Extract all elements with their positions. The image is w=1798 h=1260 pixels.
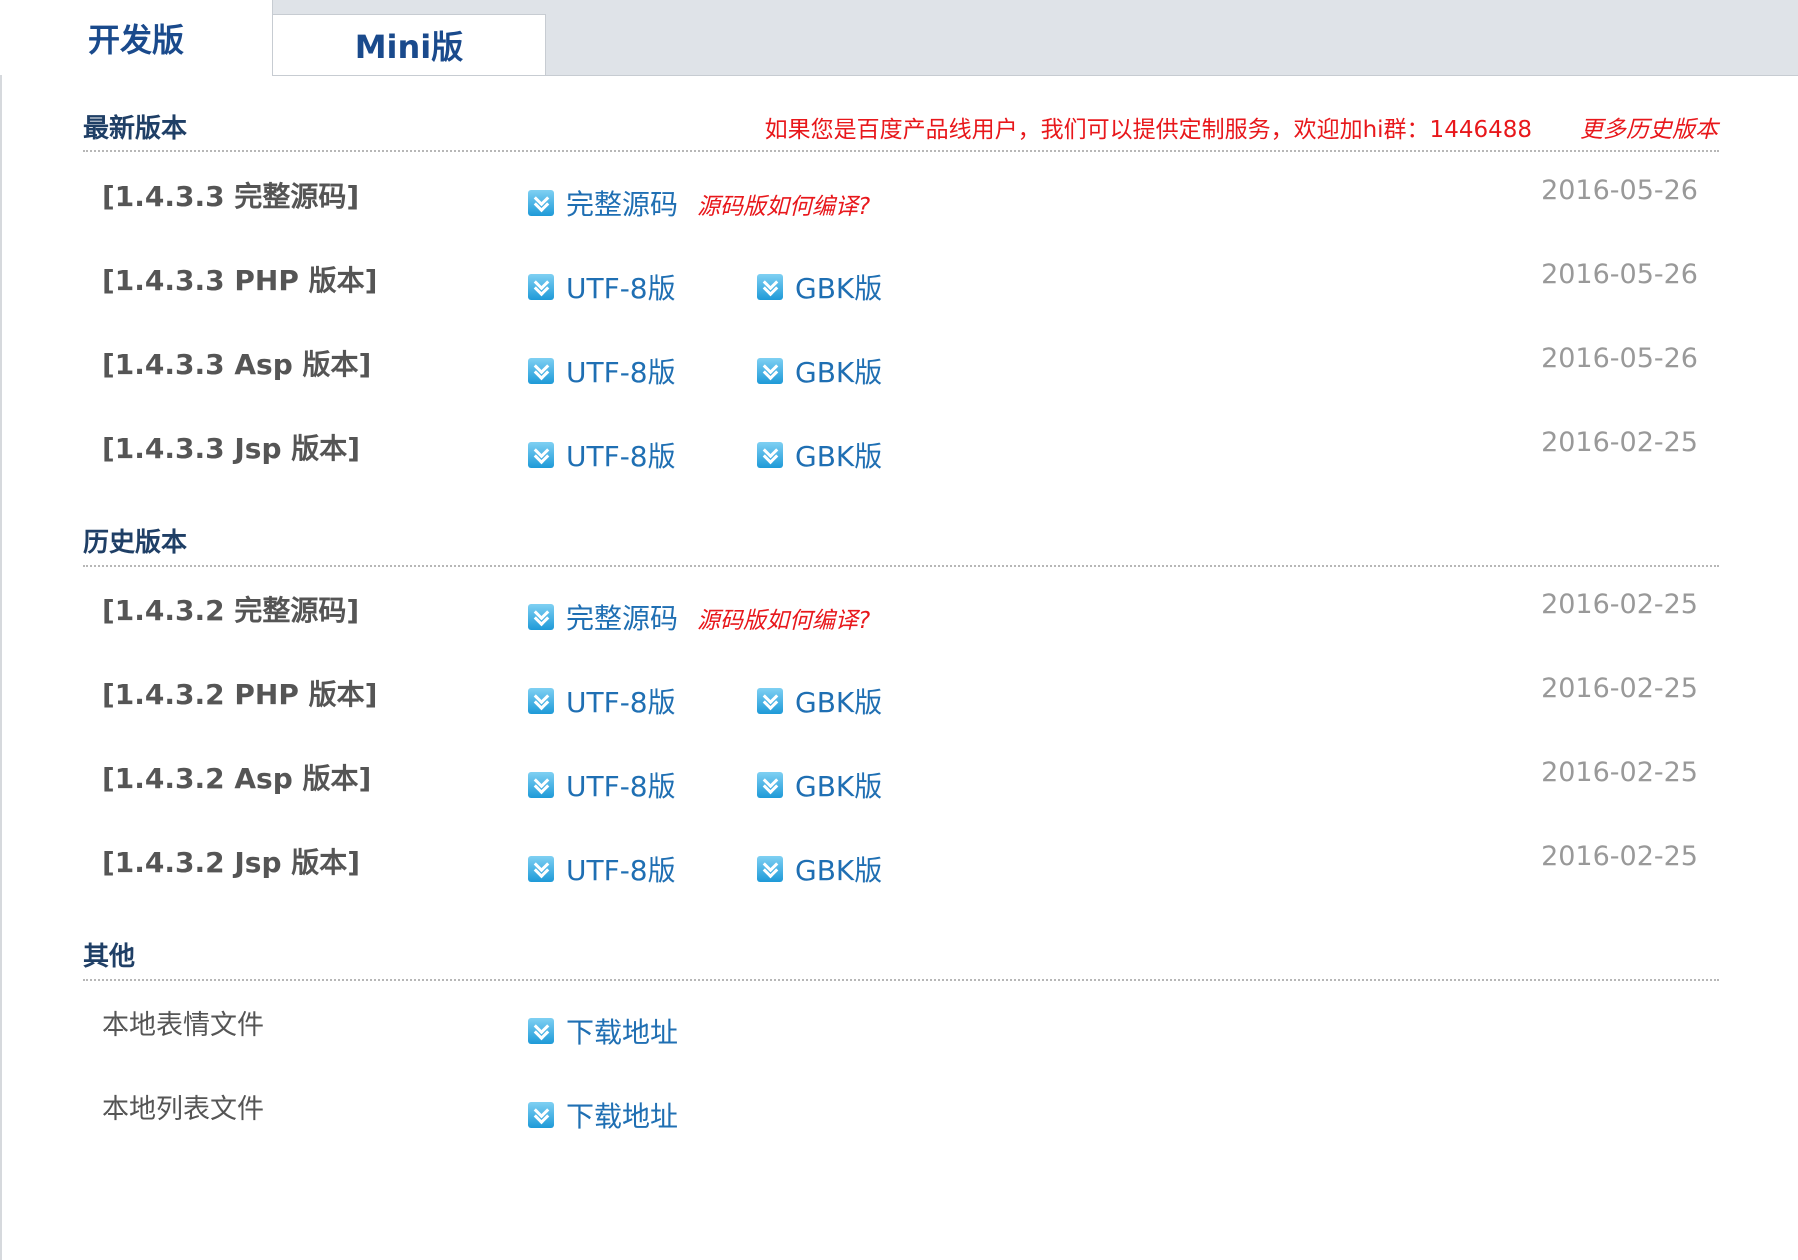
release-date: 2016-02-25 — [1541, 673, 1698, 704]
release-date: 2016-05-26 — [1541, 259, 1698, 290]
utf8-download[interactable]: UTF-8版 — [528, 849, 676, 889]
release-date: 2016-05-26 — [1541, 343, 1698, 374]
link-label: UTF-8版 — [566, 356, 676, 389]
release-label: [1.4.3.2 Asp 版本] — [102, 762, 372, 795]
gbk-download[interactable]: GBK版 — [757, 849, 882, 889]
file-label: 本地表情文件 — [102, 1010, 264, 1041]
download-icon — [757, 274, 783, 300]
release-row: [1.4.3.3 PHP 版本] UTF-8版 GBK版 2016-05-26 — [0, 259, 1798, 319]
release-date: 2016-02-25 — [1541, 841, 1698, 872]
link-label: GBK版 — [795, 686, 883, 719]
gbk-download[interactable]: GBK版 — [757, 351, 882, 391]
compile-help-link[interactable]: 源码版如何编译? — [697, 601, 870, 635]
download-icon — [528, 688, 554, 714]
gbk-download[interactable]: GBK版 — [757, 435, 882, 475]
download-icon — [757, 772, 783, 798]
section-divider — [83, 979, 1719, 981]
download-icon — [757, 856, 783, 882]
full-source-download[interactable]: 完整源码 — [528, 597, 678, 637]
utf8-download[interactable]: UTF-8版 — [528, 681, 676, 721]
release-label: [1.4.3.3 PHP 版本] — [102, 264, 378, 297]
download-icon — [528, 274, 554, 300]
file-row: 本地表情文件 下载地址 — [0, 1003, 1798, 1063]
file-label: 本地列表文件 — [102, 1094, 264, 1125]
gbk-download[interactable]: GBK版 — [757, 681, 882, 721]
custom-service-notice: 如果您是百度产品线用户，我们可以提供定制服务，欢迎加hi群：1446488 — [764, 117, 1532, 143]
release-label: [1.4.3.3 Asp 版本] — [102, 348, 372, 381]
release-label: [1.4.3.2 完整源码] — [102, 594, 360, 627]
utf8-download[interactable]: UTF-8版 — [528, 267, 676, 307]
release-row: [1.4.3.2 Jsp 版本] UTF-8版 GBK版 2016-02-25 — [0, 841, 1798, 901]
download-icon — [757, 688, 783, 714]
link-label: UTF-8版 — [566, 686, 676, 719]
link-label: GBK版 — [795, 272, 883, 305]
download-icon — [528, 772, 554, 798]
section-title-latest: 最新版本 — [83, 114, 188, 144]
release-date: 2016-02-25 — [1541, 589, 1698, 620]
download-icon — [528, 1102, 554, 1128]
emoji-file-download[interactable]: 下载地址 — [528, 1011, 678, 1051]
release-label: [1.4.3.3 完整源码] — [102, 180, 360, 213]
release-date: 2016-02-25 — [1541, 757, 1698, 788]
tab-mini[interactable]: Mini版 — [272, 14, 546, 75]
section-divider — [83, 150, 1719, 152]
link-label: GBK版 — [795, 356, 883, 389]
link-label: UTF-8版 — [566, 440, 676, 473]
full-source-download[interactable]: 完整源码 — [528, 183, 678, 223]
release-label: [1.4.3.2 Jsp 版本] — [102, 846, 361, 879]
release-row: [1.4.3.3 Asp 版本] UTF-8版 GBK版 2016-05-26 — [0, 343, 1798, 403]
release-date: 2016-02-25 — [1541, 427, 1698, 458]
link-label: 下载地址 — [566, 1016, 679, 1049]
left-border — [0, 75, 2, 1260]
download-icon — [757, 442, 783, 468]
link-label: 完整源码 — [566, 602, 679, 635]
release-row: [1.4.3.2 Asp 版本] UTF-8版 GBK版 2016-02-25 — [0, 757, 1798, 817]
section-title-other: 其他 — [83, 942, 136, 972]
utf8-download[interactable]: UTF-8版 — [528, 351, 676, 391]
link-label: GBK版 — [795, 440, 883, 473]
release-date: 2016-05-26 — [1541, 175, 1698, 206]
release-label: [1.4.3.3 Jsp 版本] — [102, 432, 361, 465]
compile-help-link[interactable]: 源码版如何编译? — [697, 187, 870, 221]
section-divider — [83, 565, 1719, 567]
download-icon — [528, 1018, 554, 1044]
more-history-link[interactable]: 更多历史版本 — [1580, 110, 1718, 144]
link-label: UTF-8版 — [566, 770, 676, 803]
download-icon — [528, 358, 554, 384]
link-label: GBK版 — [795, 770, 883, 803]
download-icon — [757, 358, 783, 384]
tab-dev[interactable]: 开发版 — [0, 0, 273, 76]
link-label: UTF-8版 — [566, 854, 676, 887]
release-row: [1.4.3.2 PHP 版本] UTF-8版 GBK版 2016-02-25 — [0, 673, 1798, 733]
link-label: GBK版 — [795, 854, 883, 887]
download-icon — [528, 190, 554, 216]
release-row: [1.4.3.2 完整源码] 完整源码 源码版如何编译? 2016-02-25 — [0, 589, 1798, 649]
utf8-download[interactable]: UTF-8版 — [528, 435, 676, 475]
utf8-download[interactable]: UTF-8版 — [528, 765, 676, 805]
file-row: 本地列表文件 下载地址 — [0, 1087, 1798, 1147]
tab-bar: 开发版 Mini版 — [0, 0, 1798, 76]
download-icon — [528, 442, 554, 468]
release-label: [1.4.3.2 PHP 版本] — [102, 678, 378, 711]
link-label: 完整源码 — [566, 188, 679, 221]
release-row: [1.4.3.3 完整源码] 完整源码 源码版如何编译? 2016-05-26 — [0, 175, 1798, 235]
gbk-download[interactable]: GBK版 — [757, 765, 882, 805]
release-row: [1.4.3.3 Jsp 版本] UTF-8版 GBK版 2016-02-25 — [0, 427, 1798, 487]
gbk-download[interactable]: GBK版 — [757, 267, 882, 307]
download-icon — [528, 604, 554, 630]
link-label: UTF-8版 — [566, 272, 676, 305]
download-icon — [528, 856, 554, 882]
section-title-history: 历史版本 — [83, 528, 188, 558]
link-label: 下载地址 — [566, 1100, 679, 1133]
list-file-download[interactable]: 下载地址 — [528, 1095, 678, 1135]
